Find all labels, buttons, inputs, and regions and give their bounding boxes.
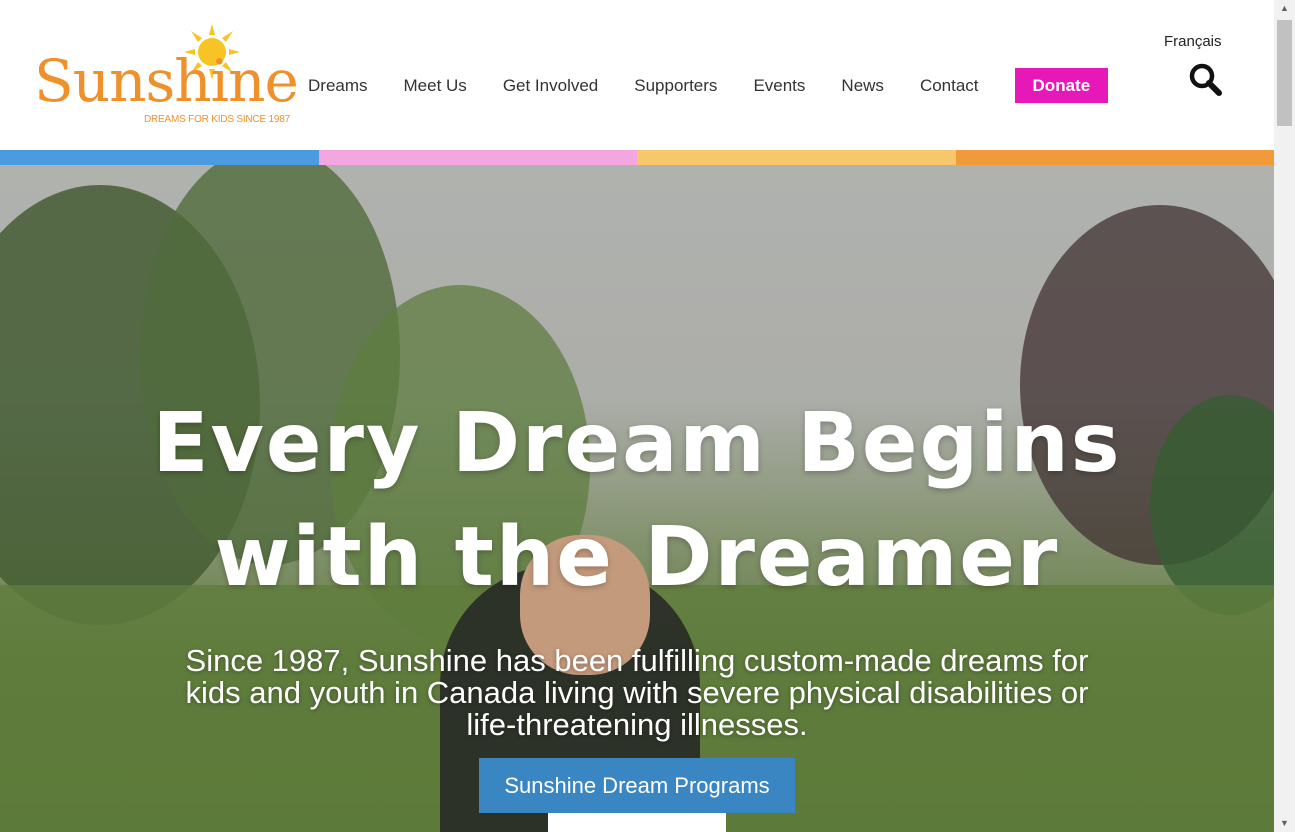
hero-title-line-2: with the Dreamer bbox=[214, 510, 1060, 605]
stripe-blue bbox=[0, 150, 319, 165]
secondary-hero-button[interactable]: W... St... bbox=[548, 813, 726, 832]
dream-programs-button[interactable]: Sunshine Dream Programs bbox=[479, 758, 795, 813]
nav-item-events[interactable]: Events bbox=[735, 69, 823, 103]
nav-item-contact[interactable]: Contact bbox=[902, 69, 997, 103]
main-nav: Dreams Meet Us Get Involved Supporters E… bbox=[290, 68, 1108, 103]
scroll-down-arrow-icon[interactable]: ▼ bbox=[1274, 815, 1295, 832]
color-stripe-bar bbox=[0, 150, 1274, 165]
nav-item-news[interactable]: News bbox=[823, 69, 902, 103]
nav-item-get-involved[interactable]: Get Involved bbox=[485, 69, 616, 103]
scroll-up-arrow-icon[interactable]: ▲ bbox=[1274, 0, 1295, 17]
stripe-pink bbox=[318, 150, 637, 165]
hero-title: Every Dream Begins with the Dreamer bbox=[0, 387, 1274, 615]
stripe-yellow bbox=[637, 150, 956, 165]
hero-subtitle: Since 1987, Sunshine has been fulfilling… bbox=[185, 643, 1089, 742]
hero-title-line-1: Every Dream Begins bbox=[152, 396, 1122, 491]
logo-tagline: DREAMS FOR KIDS SINCE 1987 bbox=[144, 114, 290, 125]
search-icon[interactable] bbox=[1188, 62, 1224, 98]
donate-button[interactable]: Donate bbox=[1014, 68, 1108, 103]
site-header: Sunshine DREAMS FOR KIDS SINCE 1987 Drea… bbox=[0, 0, 1274, 150]
logo-wordmark: Sunshine bbox=[34, 47, 299, 115]
stripe-orange bbox=[955, 150, 1274, 165]
nav-item-meet-us[interactable]: Meet Us bbox=[386, 69, 485, 103]
language-toggle[interactable]: Français bbox=[1164, 33, 1222, 50]
hero-banner: Every Dream Begins with the Dreamer Sinc… bbox=[0, 165, 1274, 832]
sunshine-logo[interactable]: Sunshine DREAMS FOR KIDS SINCE 1987 bbox=[30, 22, 299, 132]
vertical-scrollbar[interactable]: ▲ ▼ bbox=[1274, 0, 1295, 832]
scrollbar-thumb[interactable] bbox=[1277, 20, 1292, 126]
page: Sunshine DREAMS FOR KIDS SINCE 1987 Drea… bbox=[0, 0, 1295, 832]
nav-item-dreams[interactable]: Dreams bbox=[290, 69, 386, 103]
nav-item-supporters[interactable]: Supporters bbox=[616, 69, 735, 103]
